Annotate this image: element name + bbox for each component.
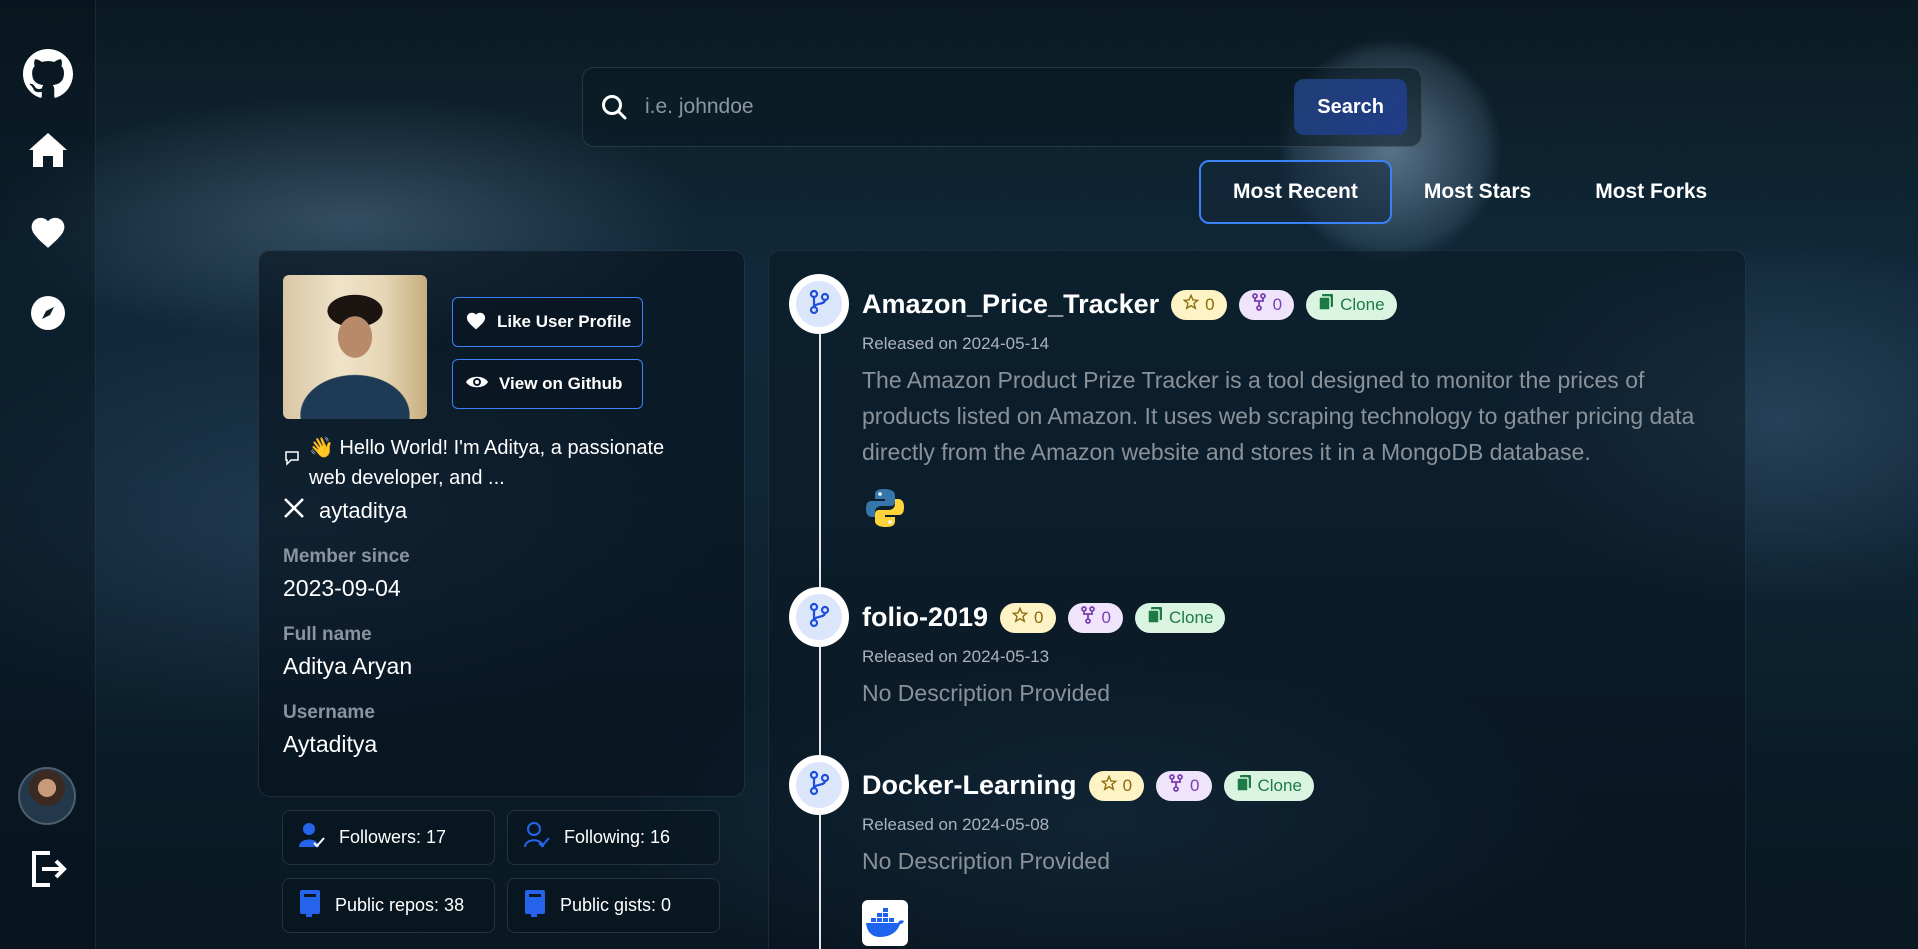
release-date: Released on 2024-05-08 (862, 815, 1050, 834)
fork-count: 0 (1101, 607, 1111, 627)
public-repos-label: Public repos: 38 (335, 895, 465, 915)
member-since-label: Member since (283, 546, 410, 567)
search-bar: Search (582, 67, 1422, 147)
docker-icon (862, 900, 908, 946)
following-stat: Following: 16 (507, 810, 720, 865)
view-on-github-label: View on Github (499, 374, 623, 393)
git-branch-icon (807, 289, 831, 320)
copy-icon (1235, 774, 1252, 797)
release-date: Released on 2024-05-13 (862, 647, 1050, 666)
avatar[interactable] (18, 767, 76, 825)
home-icon[interactable] (23, 125, 73, 175)
profile-photo (283, 275, 427, 419)
twitter-handle[interactable]: aytaditya (283, 497, 407, 525)
x-icon (283, 497, 305, 525)
clone-label: Clone (1257, 775, 1302, 795)
following-icon (524, 821, 550, 854)
repo-name[interactable]: Docker-Learning (862, 770, 1077, 801)
fork-icon (1168, 774, 1184, 797)
clone-button[interactable]: Clone (1134, 602, 1226, 633)
star-count: 0 (1205, 294, 1215, 314)
username-value: Aytaditya (283, 731, 378, 757)
release-date: Released on 2024-05-14 (862, 334, 1050, 353)
star-icon (1100, 774, 1117, 796)
star-count: 0 (1034, 607, 1044, 627)
following-label: Following: 16 (564, 827, 671, 847)
search-input[interactable] (645, 82, 1295, 132)
search-icon (583, 94, 645, 120)
logout-icon[interactable] (23, 844, 73, 894)
repos-timeline: Amazon_Price_Tracker 0 0 Clone Released … (768, 250, 1746, 949)
book-icon (524, 889, 546, 922)
repo-node (789, 587, 849, 647)
fork-count: 0 (1272, 294, 1283, 314)
copy-icon (1318, 293, 1334, 316)
github-icon[interactable] (23, 49, 73, 99)
tab-most-stars[interactable]: Most Stars (1392, 160, 1563, 224)
fork-icon (1251, 293, 1267, 316)
git-branch-icon (807, 602, 831, 633)
fork-badge: 0 (1238, 289, 1295, 320)
python-icon (862, 485, 908, 531)
eye-icon (465, 374, 489, 395)
copy-icon (1147, 606, 1163, 629)
public-gists-stat: Public gists: 0 (507, 878, 720, 933)
username-label: Username (283, 702, 375, 723)
star-badge: 0 (1000, 602, 1056, 633)
star-icon (1182, 293, 1200, 315)
followers-stat: Followers: 17 (282, 810, 495, 865)
profile-card: Like User Profile View on Github 👋 Hello… (258, 250, 745, 797)
fork-badge: 0 (1156, 770, 1212, 801)
repo-description: The Amazon Product Prize Tracker is a to… (862, 367, 1695, 465)
bio-text: 👋 Hello World! I'm Aditya, a passionate … (309, 437, 665, 489)
public-gists-label: Public gists: 0 (560, 895, 672, 915)
fork-badge: 0 (1067, 602, 1123, 633)
view-on-github-button[interactable]: View on Github (452, 359, 643, 409)
member-since-value: 2023-09-04 (283, 575, 401, 601)
repo-name[interactable]: Amazon_Price_Tracker (862, 289, 1159, 320)
clone-button[interactable]: Clone (1306, 289, 1397, 320)
full-name-value: Aditya Aryan (283, 653, 413, 679)
like-profile-button[interactable]: Like User Profile (452, 297, 643, 347)
git-branch-icon (807, 770, 831, 801)
repo-node (789, 274, 849, 334)
star-icon (1011, 606, 1029, 628)
repo-name[interactable]: folio-2019 (862, 602, 988, 633)
fork-count: 0 (1190, 775, 1200, 795)
full-name-label: Full name (283, 624, 372, 645)
sort-tabs: Most Recent Most Stars Most Forks (1199, 160, 1739, 224)
repo-description: No Description Provided (862, 680, 1111, 706)
star-count: 0 (1122, 775, 1133, 795)
clone-label: Clone (1340, 294, 1385, 314)
star-badge: 0 (1171, 289, 1227, 320)
like-profile-label: Like User Profile (497, 312, 632, 331)
speech-bubble-icon (283, 433, 301, 493)
clone-button[interactable]: Clone (1223, 770, 1314, 801)
repo-description: No Description Provided (862, 848, 1111, 874)
heart-icon (465, 310, 487, 335)
book-icon (299, 889, 321, 922)
followers-label: Followers: 17 (339, 827, 447, 847)
sidebar (0, 0, 96, 949)
compass-icon[interactable] (23, 288, 73, 338)
bio: 👋 Hello World! I'm Aditya, a passionate … (283, 433, 703, 493)
star-badge: 0 (1088, 770, 1145, 801)
followers-icon (299, 821, 325, 854)
repo-node (789, 755, 849, 815)
search-button[interactable]: Search (1294, 79, 1407, 135)
clone-label: Clone (1168, 607, 1214, 627)
tab-most-recent[interactable]: Most Recent (1199, 160, 1392, 224)
public-repos-stat: Public repos: 38 (282, 878, 495, 933)
tab-most-forks[interactable]: Most Forks (1563, 160, 1739, 224)
heart-icon[interactable] (23, 206, 73, 256)
twitter-username: aytaditya (319, 498, 408, 523)
fork-icon (1080, 606, 1096, 629)
